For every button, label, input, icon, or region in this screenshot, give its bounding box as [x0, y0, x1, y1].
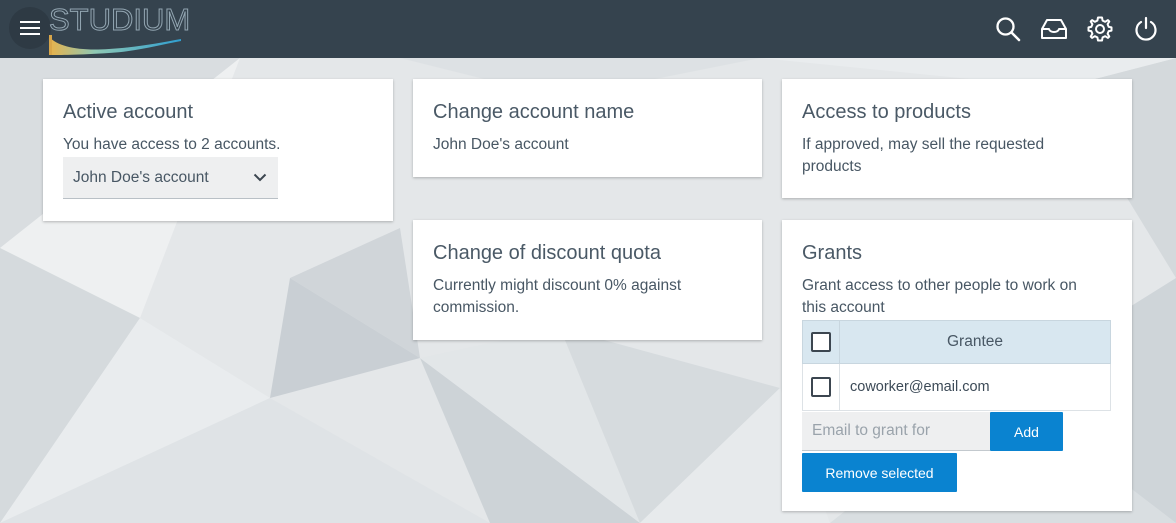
- discount-quota-text: Currently might discount 0% against comm…: [433, 277, 682, 316]
- table-header-row: Grantee: [802, 320, 1111, 364]
- active-account-text: You have access to 2 accounts.: [63, 136, 281, 153]
- grants-card: Grants Grant access to other people to w…: [782, 220, 1132, 511]
- grantee-column-header: Grantee: [839, 320, 1111, 364]
- change-account-name-card[interactable]: Change account name John Doe's account: [413, 79, 762, 177]
- chevron-down-icon: [253, 173, 267, 182]
- change-account-name-title: Change account name: [433, 101, 635, 123]
- settings-button[interactable]: [1084, 12, 1116, 46]
- access-products-text: If approved, may sell the requested prod…: [802, 136, 1045, 175]
- inbox-button[interactable]: [1038, 12, 1070, 46]
- grantee-table: Grantee coworker@email.com: [802, 320, 1111, 411]
- grantee-email: coworker@email.com: [839, 363, 1111, 411]
- menu-icon: [20, 21, 40, 35]
- select-all-checkbox[interactable]: [811, 332, 831, 352]
- add-button[interactable]: Add: [990, 412, 1063, 451]
- row-checkbox[interactable]: [811, 377, 831, 397]
- grants-text: Grant access to other people to work on …: [802, 277, 1077, 316]
- logout-button[interactable]: [1130, 12, 1162, 46]
- remove-selected-button[interactable]: Remove selected: [802, 453, 957, 492]
- select-all-cell: [802, 320, 840, 364]
- logo-swoosh: [49, 35, 181, 55]
- top-bar: STUDIUM: [0, 0, 1176, 58]
- discount-quota-title: Change of discount quota: [433, 242, 661, 264]
- logo-text: STUDIUM: [48, 2, 191, 37]
- access-products-title: Access to products: [802, 101, 971, 123]
- active-account-title: Active account: [63, 101, 194, 123]
- studium-logo[interactable]: STUDIUM: [48, 2, 191, 55]
- account-name-value: John Doe's account: [433, 136, 569, 153]
- account-select-value: John Doe's account: [73, 168, 209, 186]
- menu-button[interactable]: [9, 7, 51, 49]
- inbox-icon: [1041, 19, 1067, 39]
- grants-title: Grants: [802, 242, 863, 264]
- search-icon: [996, 17, 1021, 42]
- row-check-cell: [802, 363, 840, 411]
- access-products-card[interactable]: Access to products If approved, may sell…: [782, 79, 1132, 198]
- search-button[interactable]: [992, 12, 1024, 46]
- grant-email-input[interactable]: [802, 412, 990, 451]
- active-account-card: Active account You have access to 2 acco…: [43, 79, 393, 221]
- power-icon: [1135, 16, 1157, 41]
- account-select[interactable]: John Doe's account: [63, 157, 278, 199]
- table-row: coworker@email.com: [802, 363, 1111, 411]
- gear-icon: [1087, 16, 1113, 42]
- discount-quota-card[interactable]: Change of discount quota Currently might…: [413, 220, 762, 340]
